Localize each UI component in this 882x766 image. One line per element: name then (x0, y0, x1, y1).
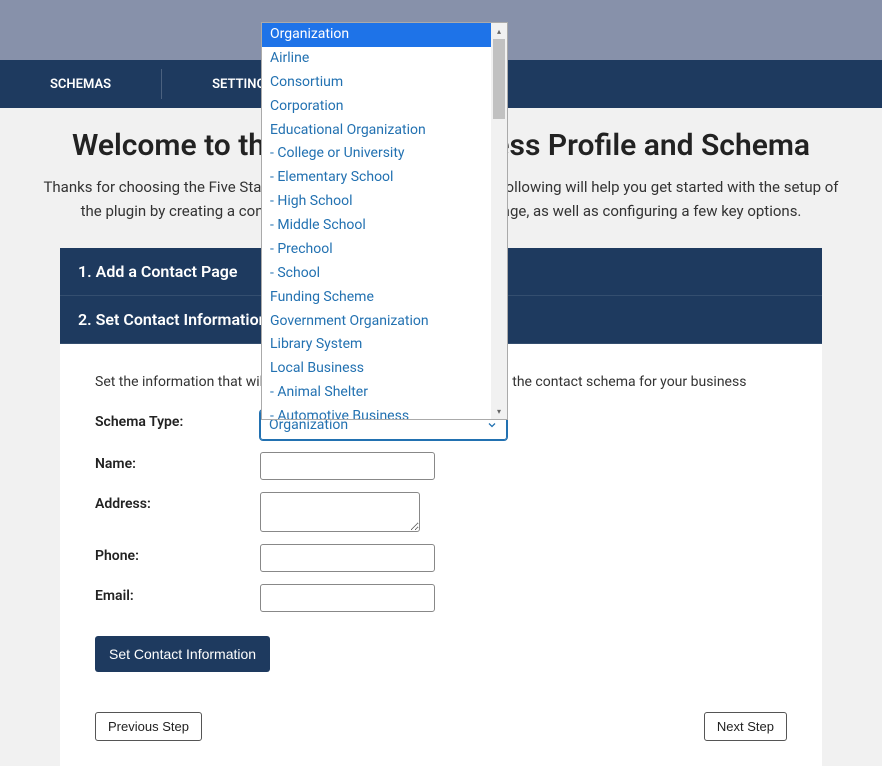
nav-schemas[interactable]: SCHEMAS (0, 60, 161, 108)
dropdown-option[interactable]: Local Business (262, 357, 507, 381)
label-address: Address: (95, 492, 260, 512)
input-phone[interactable] (260, 544, 435, 572)
input-email[interactable] (260, 584, 435, 612)
set-contact-button[interactable]: Set Contact Information (95, 636, 270, 672)
row-name: Name: (95, 452, 787, 480)
dropdown-option[interactable]: Library System (262, 333, 507, 357)
dropdown-option[interactable]: - College or University (262, 142, 507, 166)
dropdown-option[interactable]: - Middle School (262, 214, 507, 238)
label-name: Name: (95, 452, 260, 472)
dropdown-option[interactable]: Consortium (262, 71, 507, 95)
dropdown-option[interactable]: Funding Scheme (262, 286, 507, 310)
dropdown-scrollbar[interactable]: ▴ ▾ (491, 23, 507, 419)
label-phone: Phone: (95, 544, 260, 564)
row-address: Address: (95, 492, 787, 532)
input-name[interactable] (260, 452, 435, 480)
dropdown-option[interactable]: - Prechool (262, 238, 507, 262)
dropdown-option[interactable]: Government Organization (262, 310, 507, 334)
dropdown-option[interactable]: - High School (262, 190, 507, 214)
dropdown-option[interactable]: Airline (262, 47, 507, 71)
dropdown-option[interactable]: Corporation (262, 95, 507, 119)
dropdown-option[interactable]: - School (262, 262, 507, 286)
scroll-thumb[interactable] (493, 39, 505, 119)
previous-step-button[interactable]: Previous Step (95, 712, 202, 741)
dropdown-option[interactable]: - Elementary School (262, 166, 507, 190)
dropdown-option[interactable]: Educational Organization (262, 119, 507, 143)
label-email: Email: (95, 584, 260, 604)
dropdown-option[interactable]: - Animal Shelter (262, 381, 507, 405)
dropdown-option[interactable]: Organization (262, 23, 507, 47)
scroll-down-icon[interactable]: ▾ (491, 403, 507, 419)
dropdown-option[interactable]: - Automotive Business (262, 405, 507, 419)
row-phone: Phone: (95, 544, 787, 572)
next-step-button[interactable]: Next Step (704, 712, 787, 741)
row-email: Email: (95, 584, 787, 612)
label-schema-type: Schema Type: (95, 410, 260, 430)
wizard-nav: Previous Step Next Step (60, 692, 822, 766)
scroll-up-icon[interactable]: ▴ (491, 23, 507, 39)
schema-type-dropdown[interactable]: OrganizationAirlineConsortiumCorporation… (261, 22, 508, 420)
input-address[interactable] (260, 492, 420, 532)
chevron-down-icon (486, 419, 498, 431)
